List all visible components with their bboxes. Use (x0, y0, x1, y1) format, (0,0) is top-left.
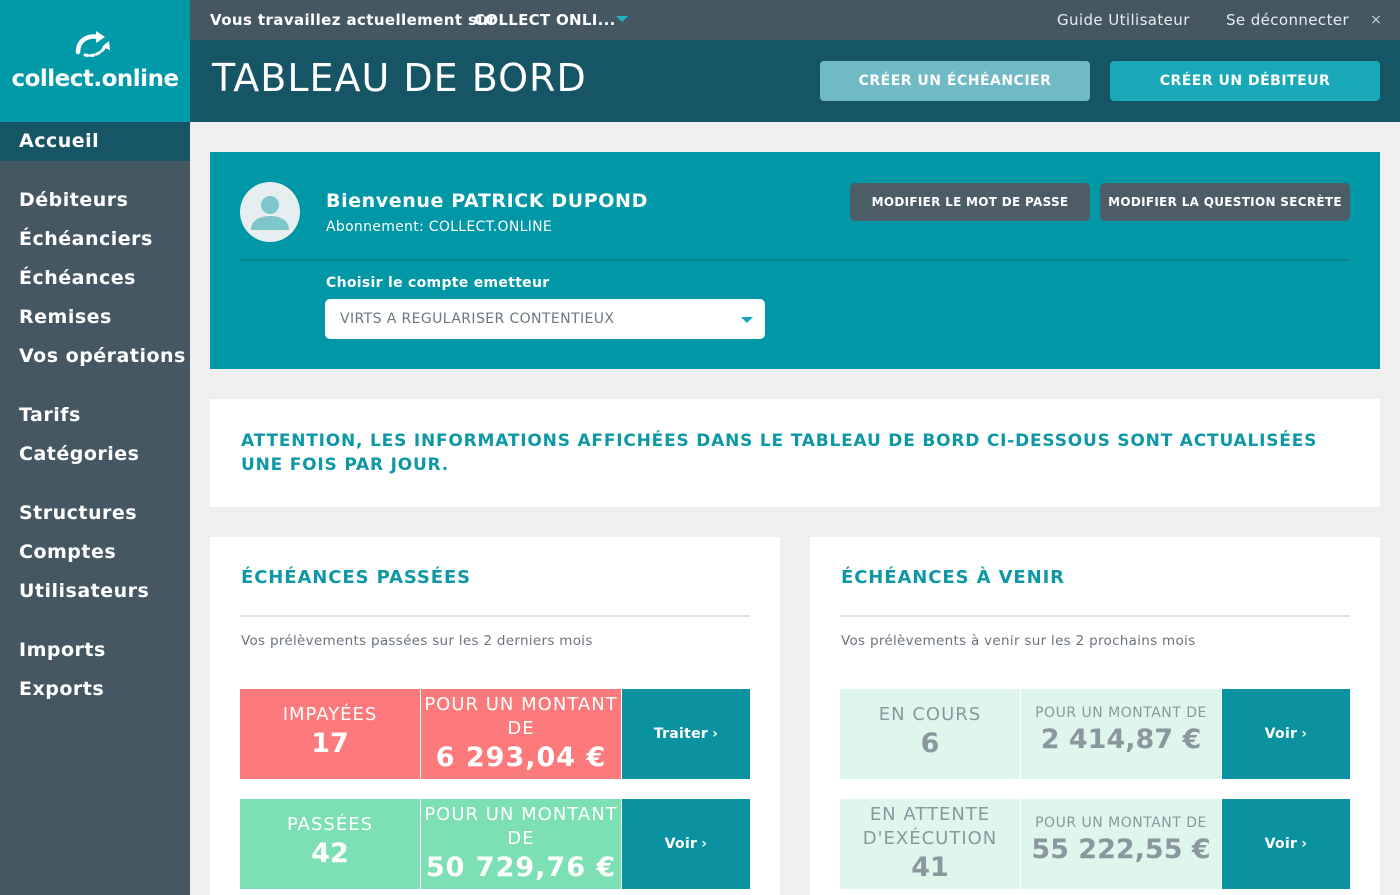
create-echeancier-button[interactable]: CRÉER UN ÉCHÉANCIER (820, 61, 1090, 101)
amount-label: POUR UN MONTANT DE (424, 694, 618, 739)
sidebar-item-utilisateurs[interactable]: Utilisateurs (0, 572, 190, 611)
sidebar-item-echeances[interactable]: Échéances (0, 259, 190, 298)
chevron-right-icon: › (1301, 836, 1308, 852)
logo-text: collect.online (11, 66, 179, 92)
divider (840, 615, 1350, 617)
amount-label: POUR UN MONTANT DE (1035, 815, 1207, 831)
unpaid-stat-row: IMPAYÉES 17 POUR UN MONTANT DE 6 293,04 … (240, 689, 750, 779)
sidebar-item-operations[interactable]: Vos opérations (0, 337, 190, 376)
button-label: Traiter (653, 726, 709, 742)
button-label: Voir (664, 836, 698, 852)
work-context-select[interactable]: COLLECT ONLI... (474, 0, 616, 40)
upcoming-echeances-card: ÉCHÉANCES À VENIR Vos prélèvements à ven… (810, 537, 1380, 895)
amount-value: 50 729,76 € (425, 852, 617, 883)
sidebar-item-remises[interactable]: Remises (0, 298, 190, 337)
welcome-panel: Bienvenue PATRICK DUPOND Abonnement: COL… (210, 152, 1380, 369)
user-icon (251, 196, 289, 230)
sidebar-item-comptes[interactable]: Comptes (0, 533, 190, 572)
stat-label: PASSÉES (286, 814, 374, 835)
emitter-account-value: VIRTS A REGULARISER CONTENTIEUX (340, 311, 615, 327)
past-echeances-card: ÉCHÉANCES PASSÉES Vos prélèvements passé… (210, 537, 780, 895)
button-label: Voir (1264, 726, 1298, 742)
chevron-right-icon: › (712, 726, 719, 742)
card-title: ÉCHÉANCES PASSÉES (241, 567, 472, 588)
stat-count: 6 (920, 728, 940, 759)
welcome-name: Bienvenue PATRICK DUPOND (326, 190, 648, 212)
view-pending-button[interactable]: Voir › (1222, 799, 1350, 889)
in-progress-amount-cell: POUR UN MONTANT DE 2 414,87 € (1021, 689, 1221, 779)
sidebar-item-structures[interactable]: Structures (0, 494, 190, 533)
logo[interactable]: collect.online (0, 0, 190, 122)
in-progress-count-cell: EN COURS 6 (840, 689, 1020, 779)
sidebar-item-debiteurs[interactable]: Débiteurs (0, 181, 190, 220)
view-past-button[interactable]: Voir › (622, 799, 750, 889)
unpaid-amount-cell: POUR UN MONTANT DE 6 293,04 € (421, 689, 621, 779)
sidebar-nav: Accueil Débiteurs Échéanciers Échéances … (0, 122, 190, 709)
page-title: TABLEAU DE BORD (212, 56, 587, 100)
user-guide-link[interactable]: Guide Utilisateur (1057, 0, 1190, 40)
emitter-account-select[interactable]: VIRTS A REGULARISER CONTENTIEUX (325, 299, 765, 339)
stat-count: 17 (311, 728, 349, 759)
topbar: Vous travaillez actuellement sur COLLECT… (190, 0, 1400, 40)
chevron-right-icon: › (1301, 726, 1308, 742)
logout-link[interactable]: Se déconnecter (1226, 0, 1349, 40)
page-header: TABLEAU DE BORD CRÉER UN ÉCHÉANCIER CRÉE… (190, 40, 1400, 122)
amount-value: 6 293,04 € (435, 742, 607, 773)
work-context-label: Vous travaillez actuellement sur (210, 11, 497, 29)
amount-value: 2 414,87 € (1040, 724, 1202, 755)
pending-stat-row: EN ATTENTE D'EXÉCUTION 41 POUR UN MONTAN… (840, 799, 1350, 889)
stat-count: 42 (311, 838, 349, 869)
stat-label: EN ATTENTE D'EXÉCUTION (862, 804, 998, 849)
change-secret-question-button[interactable]: MODIFIER LA QUESTION SECRÈTE (1100, 183, 1350, 221)
sidebar-item-accueil[interactable]: Accueil (0, 122, 190, 161)
treat-unpaid-button[interactable]: Traiter › (622, 689, 750, 779)
button-label: Voir (1264, 836, 1298, 852)
past-count-cell: PASSÉES 42 (240, 799, 420, 889)
close-icon[interactable]: × (1368, 12, 1384, 28)
pending-count-cell: EN ATTENTE D'EXÉCUTION 41 (840, 799, 1020, 889)
pending-amount-cell: POUR UN MONTANT DE 55 222,55 € (1021, 799, 1221, 889)
amount-label: POUR UN MONTANT DE (1035, 705, 1207, 721)
attention-text: ATTENTION, LES INFORMATIONS AFFICHÉES DA… (241, 431, 1318, 475)
sidebar-item-echeanciers[interactable]: Échéanciers (0, 220, 190, 259)
emitter-account-label: Choisir le compte emetteur (326, 275, 550, 291)
sidebar-item-tarifs[interactable]: Tarifs (0, 396, 190, 435)
divider (240, 259, 1350, 261)
chevron-right-icon: › (701, 836, 708, 852)
card-subtitle: Vos prélèvements passées sur les 2 derni… (241, 633, 593, 649)
caret-down-icon[interactable] (616, 16, 628, 22)
change-password-button[interactable]: MODIFIER LE MOT DE PASSE (850, 183, 1090, 221)
avatar (240, 182, 300, 242)
sidebar-item-imports[interactable]: Imports (0, 631, 190, 670)
sidebar-item-categories[interactable]: Catégories (0, 435, 190, 474)
card-subtitle: Vos prélèvements à venir sur les 2 proch… (841, 633, 1196, 649)
past-stat-row: PASSÉES 42 POUR UN MONTANT DE 50 729,76 … (240, 799, 750, 889)
create-debiteur-button[interactable]: CRÉER UN DÉBITEUR (1110, 61, 1380, 101)
in-progress-stat-row: EN COURS 6 POUR UN MONTANT DE 2 414,87 €… (840, 689, 1350, 779)
sidebar-item-exports[interactable]: Exports (0, 670, 190, 709)
sidebar: collect.online Accueil Débiteurs Échéanc… (0, 0, 190, 895)
amount-value: 55 222,55 € (1031, 834, 1211, 865)
divider (240, 615, 750, 617)
caret-down-icon (741, 317, 753, 323)
stat-count: 41 (911, 852, 949, 883)
past-amount-cell: POUR UN MONTANT DE 50 729,76 € (421, 799, 621, 889)
stat-label: EN COURS (878, 704, 982, 725)
subscription-text: Abonnement: COLLECT.ONLINE (326, 219, 553, 235)
view-in-progress-button[interactable]: Voir › (1222, 689, 1350, 779)
amount-label: POUR UN MONTANT DE (424, 804, 618, 849)
refresh-arrow-icon (75, 31, 110, 57)
card-title: ÉCHÉANCES À VENIR (841, 567, 1065, 588)
unpaid-count-cell: IMPAYÉES 17 (240, 689, 420, 779)
stat-label: IMPAYÉES (282, 704, 378, 725)
attention-notice: ATTENTION, LES INFORMATIONS AFFICHÉES DA… (210, 399, 1380, 507)
